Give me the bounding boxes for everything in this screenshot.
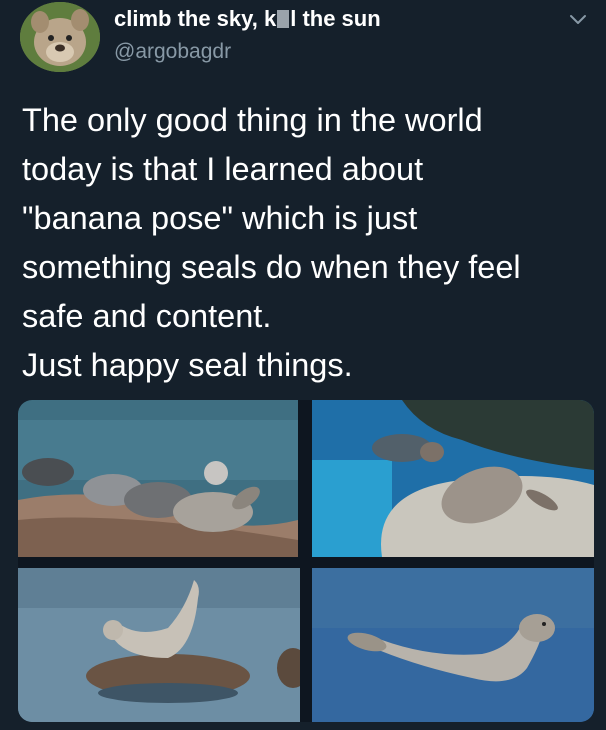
photo-seal-rock-pool[interactable] xyxy=(312,400,594,557)
photo-seals-beach[interactable] xyxy=(18,400,298,557)
tweet-text-line: safe and content. xyxy=(22,298,272,334)
tweet-header: climb the sky, kl the sun @argobagdr xyxy=(0,0,606,90)
tweet-text-line: something seals do when they feel xyxy=(22,249,521,285)
user-handle[interactable]: @argobagdr xyxy=(114,40,231,64)
photo-seal-banana-rock[interactable] xyxy=(18,568,300,722)
tweet-text-line: today is that I learned about xyxy=(22,151,424,187)
avatar[interactable] xyxy=(20,2,100,72)
tweet-text-line: Just happy seal things. xyxy=(22,347,353,383)
tweet-text: The only good thing in the world today i… xyxy=(22,96,592,390)
tweet-text-line: The only good thing in the world xyxy=(22,102,483,138)
display-name[interactable]: climb the sky, kl the sun xyxy=(114,6,381,32)
media-grid xyxy=(18,400,594,722)
tweet-text-line: "banana pose" which is just xyxy=(22,200,418,236)
chevron-down-icon[interactable] xyxy=(566,8,590,32)
photo-seal-blue-water[interactable] xyxy=(312,568,594,722)
redaction-block xyxy=(277,10,290,28)
